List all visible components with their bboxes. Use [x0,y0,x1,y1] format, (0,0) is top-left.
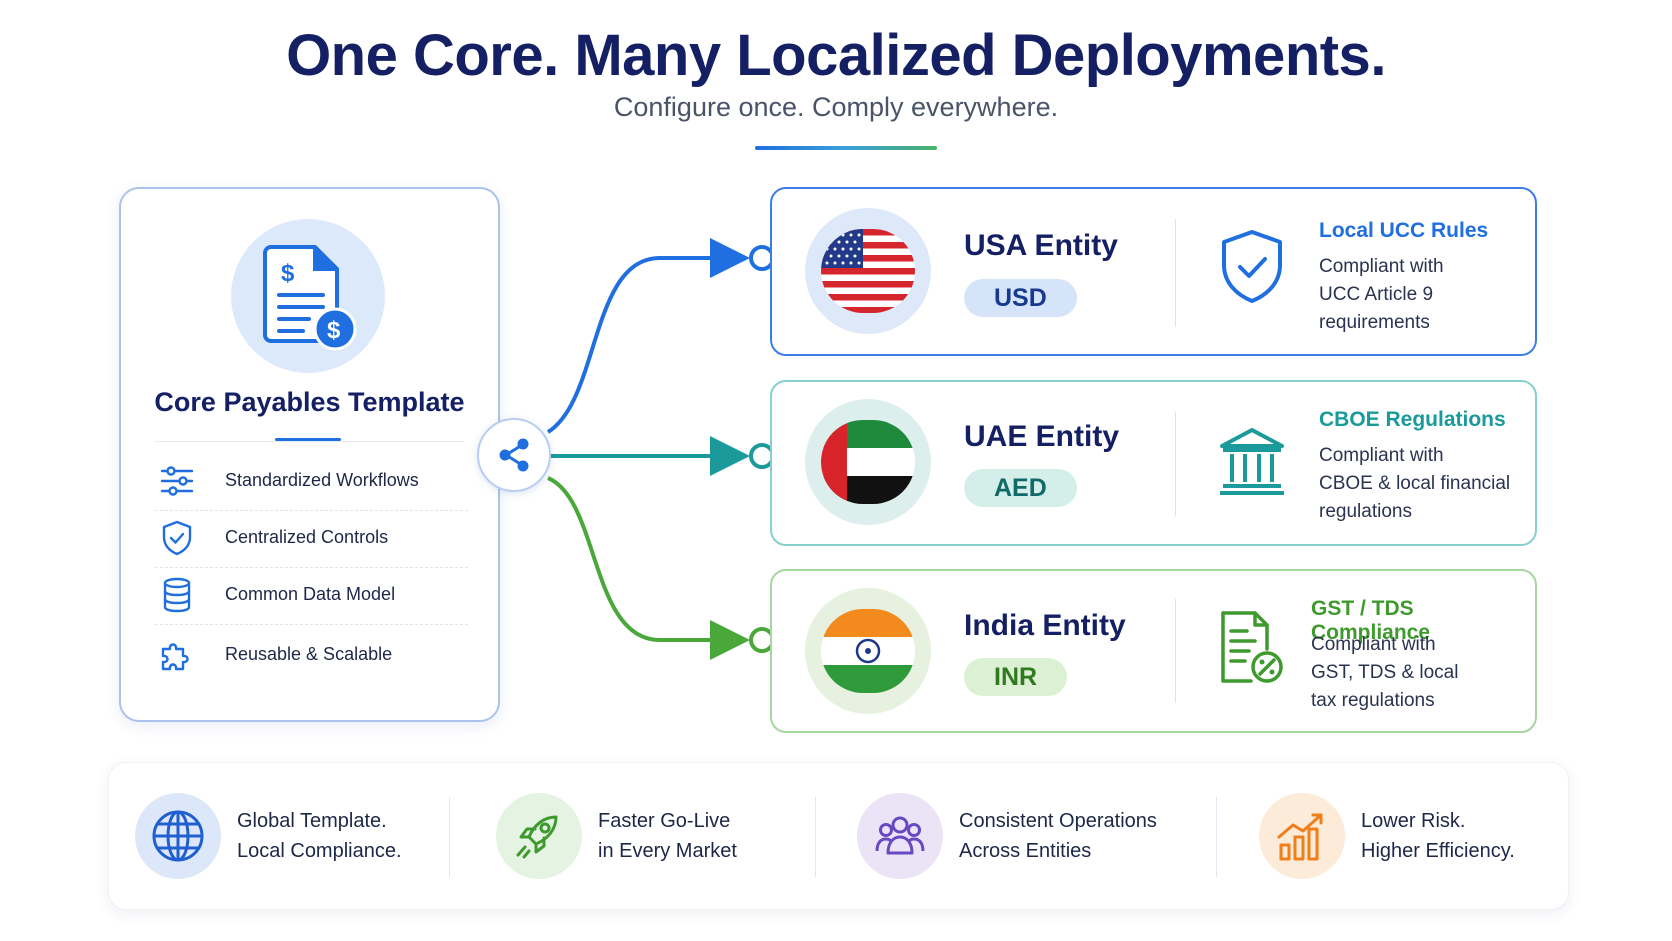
benefits-strip: Global Template. Local Compliance. Faste… [108,762,1569,910]
database-icon [155,575,199,615]
divider [815,797,816,877]
bank-icon [1217,424,1287,500]
divider [155,441,464,442]
feature-item: Centralized Controls [155,509,468,566]
regulation-line: GST, TDS & local [1311,662,1459,683]
feature-item: Common Data Model [155,566,468,623]
benefit-item: Lower Risk. Higher Efficiency. [1259,791,1515,881]
benefit-line: Across Entities [959,840,1092,862]
tax-document-icon [1217,609,1287,685]
puzzle-icon [155,635,199,675]
svg-text:$: $ [327,317,341,344]
currency-badge: AED [964,469,1077,507]
entity-name: USA Entity [964,229,1118,262]
share-hub [477,418,551,492]
regulation-description: Compliant with CBOE & local financial re… [1319,442,1534,526]
currency-badge: INR [964,658,1068,696]
us-flag-icon [821,229,915,313]
flag-circle [805,208,931,334]
regulation-line: Compliant with [1311,634,1436,655]
divider [1175,599,1176,703]
shield-check-icon [155,518,199,558]
regulation-line: CBOE & local financial [1319,473,1511,494]
benefit-line: Faster Go-Live [598,810,731,832]
svg-text:$: $ [281,260,295,287]
benefit-line: Higher Efficiency. [1361,840,1515,862]
feature-label: Common Data Model [225,584,396,604]
entity-card-india: India Entity INR GST / TDS Compliance Co… [770,569,1537,733]
core-template-card: $ $ Core Payables Template Standardized … [119,187,500,722]
feature-item: Standardized Workflows [155,452,468,509]
regulation-description: Compliant with UCC Article 9 requirement… [1319,253,1539,337]
currency-badge: USD [964,279,1077,317]
benefit-line: Consistent Operations [959,810,1157,832]
divider [1175,412,1176,516]
uae-flag-icon [821,420,915,504]
entity-name: UAE Entity [964,420,1120,453]
entity-card-uae: UAE Entity AED CBOE Regulations Complian… [770,380,1537,546]
regulation-line: regulations [1319,501,1412,522]
globe-icon [135,793,221,879]
entity-name: India Entity [964,609,1126,642]
feature-label: Centralized Controls [225,527,389,547]
benefit-line: Lower Risk. [1361,810,1466,832]
benefit-item: Global Template. Local Compliance. [135,791,402,881]
core-title: Core Payables Template [154,387,465,417]
share-icon [499,438,529,472]
connector-india [547,476,750,660]
feature-label: Standardized Workflows [225,470,419,490]
benefit-item: Consistent Operations Across Entities [857,791,1157,881]
benefit-line: in Every Market [598,840,737,862]
connector-usa [546,238,750,434]
entity-card-usa: USA Entity USD Local UCC Rules Compliant… [770,187,1537,356]
divider [1175,219,1176,327]
team-icon [857,793,943,879]
regulation-line: Compliant with [1319,256,1444,277]
feature-item: Reusable & Scalable [155,626,468,683]
feature-label: Reusable & Scalable [225,644,393,664]
invoice-dollar-icon: $ $ [263,245,357,351]
rocket-icon [496,793,582,879]
divider [1216,797,1217,877]
benefit-line: Local Compliance. [237,840,402,862]
benefit-item: Faster Go-Live in Every Market [496,791,737,881]
regulation-description: Compliant with GST, TDS & local tax regu… [1311,631,1531,715]
growth-chart-icon [1259,793,1345,879]
regulation-title: Local UCC Rules [1319,219,1489,242]
benefit-line: Global Template. [237,810,387,832]
flag-circle [805,399,931,525]
core-icon-circle: $ $ [231,219,385,373]
regulation-line: Compliant with [1319,445,1444,466]
india-flag-icon [821,609,915,693]
regulation-line: UCC Article 9 [1319,284,1434,305]
regulation-title: CBOE Regulations [1319,408,1506,431]
sliders-icon [155,461,199,501]
regulation-line: requirements [1319,312,1430,333]
divider [155,624,468,625]
shield-check-icon [1217,229,1287,305]
regulation-line: tax regulations [1311,690,1435,711]
divider [449,797,450,877]
flag-circle [805,588,931,714]
